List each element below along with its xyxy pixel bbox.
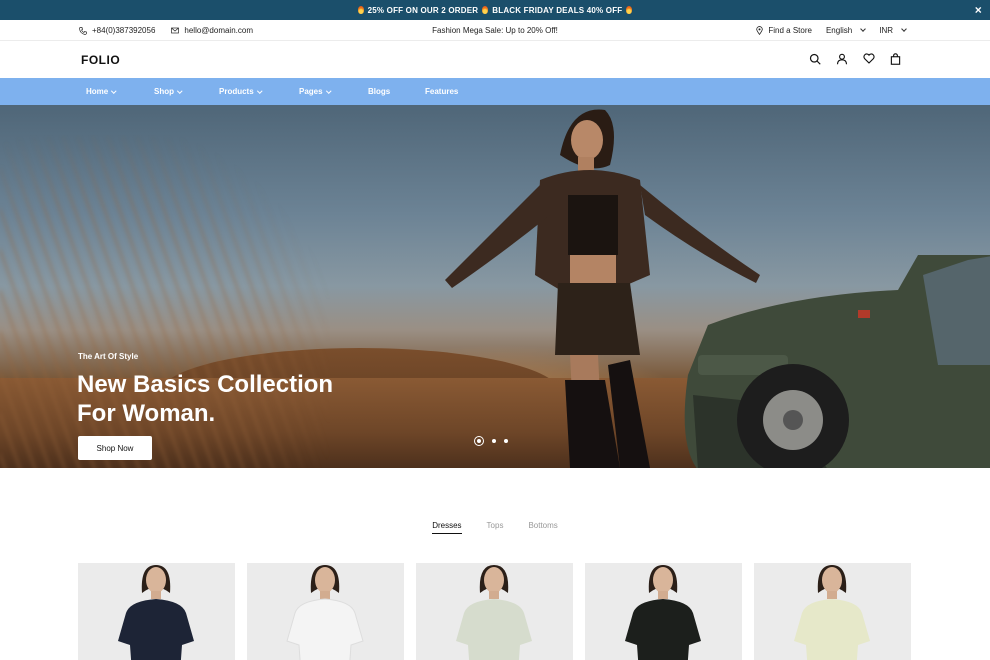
email-contact[interactable]: hello@domain.com: [171, 26, 253, 35]
location-pin-icon: [756, 26, 764, 35]
language-select[interactable]: English: [825, 26, 867, 35]
main-nav: Home Shop Products Pages Blogs Features: [0, 78, 990, 105]
shop-now-button[interactable]: Shop Now: [78, 436, 152, 460]
model-face: [484, 567, 504, 593]
nav-label: Shop: [154, 87, 174, 96]
hero-title: New Basics Collection For Woman.: [77, 370, 333, 428]
chevron-down-icon: [325, 88, 331, 93]
close-icon[interactable]: ×: [975, 2, 982, 18]
model-outfit: [625, 599, 701, 660]
tab-dresses[interactable]: Dresses: [432, 521, 462, 534]
find-store-label: Find a Store: [768, 26, 812, 35]
product-card[interactable]: [78, 563, 235, 660]
announcement-bar: 25% OFF ON OUR 2 ORDER BLACK FRIDAY DEAL…: [0, 0, 990, 20]
find-store-link[interactable]: Find a Store: [756, 26, 812, 35]
flame-icon: [357, 6, 364, 14]
model-outfit: [118, 599, 194, 660]
model-neck: [320, 591, 330, 599]
nav-label: Home: [86, 87, 109, 96]
model-neck: [658, 591, 668, 599]
tab-bottoms[interactable]: Bottoms: [528, 521, 557, 534]
nav-item-products[interactable]: Products: [219, 87, 299, 96]
product-card[interactable]: [754, 563, 911, 660]
nav-label: Blogs: [368, 87, 391, 96]
phone-contact[interactable]: +84(0)387392056: [79, 26, 155, 35]
model-face: [146, 567, 166, 593]
nav-item-blogs[interactable]: Blogs: [368, 87, 425, 96]
hero-subtitle: The Art Of Style: [78, 352, 139, 361]
chevron-down-icon: [177, 88, 183, 93]
carousel-dots: [474, 436, 508, 446]
user-icon[interactable]: [835, 52, 848, 65]
flame-icon: [482, 6, 489, 14]
model-face: [315, 567, 335, 593]
tab-tops[interactable]: Tops: [487, 521, 504, 534]
chevron-down-icon: [256, 88, 262, 93]
chevron-down-icon: [111, 88, 117, 93]
model-outfit: [794, 599, 870, 660]
bag-icon[interactable]: [889, 52, 902, 65]
nav-label: Products: [219, 87, 254, 96]
product-grid: [78, 563, 911, 660]
topbar: +84(0)387392056 hello@domain.com Fashion…: [0, 20, 990, 41]
currency-value: INR: [879, 26, 893, 35]
carousel-dot-2[interactable]: [492, 439, 496, 443]
site-logo[interactable]: FOLIO: [81, 53, 120, 67]
chevron-down-icon: [901, 26, 907, 32]
product-card[interactable]: [247, 563, 404, 660]
announcement-text-2: BLACK FRIDAY DEALS 40% OFF: [492, 5, 623, 15]
product-card[interactable]: [585, 563, 742, 660]
nav-item-pages[interactable]: Pages: [299, 87, 368, 96]
heart-icon[interactable]: [862, 52, 875, 65]
announcement-text-1: 25% OFF ON OUR 2 ORDER: [367, 5, 479, 15]
product-card[interactable]: [416, 563, 573, 660]
phone-icon: [79, 26, 87, 35]
nav-item-shop[interactable]: Shop: [154, 87, 219, 96]
model-neck: [827, 591, 837, 599]
model-face: [653, 567, 673, 593]
nav-label: Pages: [299, 87, 323, 96]
language-value: English: [825, 26, 853, 35]
mail-icon: [171, 27, 180, 34]
site-header: FOLIO: [0, 41, 990, 78]
model-outfit: [286, 598, 364, 660]
model-face: [822, 567, 842, 593]
carousel-dot-3[interactable]: [504, 439, 508, 443]
nav-label: Features: [425, 87, 459, 96]
email-address: hello@domain.com: [184, 26, 253, 35]
model-outfit: [456, 599, 532, 660]
hero-title-line-2: For Woman.: [77, 400, 216, 427]
currency-select[interactable]: INR: [879, 26, 907, 35]
hero-banner: The Art Of Style New Basics Collection F…: [0, 105, 990, 468]
hero-title-line-1: New Basics Collection: [77, 371, 334, 398]
search-icon[interactable]: [808, 52, 821, 65]
flame-icon: [626, 6, 633, 14]
hero-model-image: [445, 109, 760, 468]
carousel-dot-1[interactable]: [474, 436, 484, 446]
nav-item-features[interactable]: Features: [425, 87, 458, 96]
category-tabs: Dresses Tops Bottoms: [0, 521, 990, 534]
phone-number: +84(0)387392056: [92, 26, 156, 35]
model-neck: [489, 591, 499, 599]
chevron-down-icon: [860, 26, 867, 32]
nav-item-home[interactable]: Home: [86, 87, 154, 96]
model-neck: [151, 591, 161, 599]
